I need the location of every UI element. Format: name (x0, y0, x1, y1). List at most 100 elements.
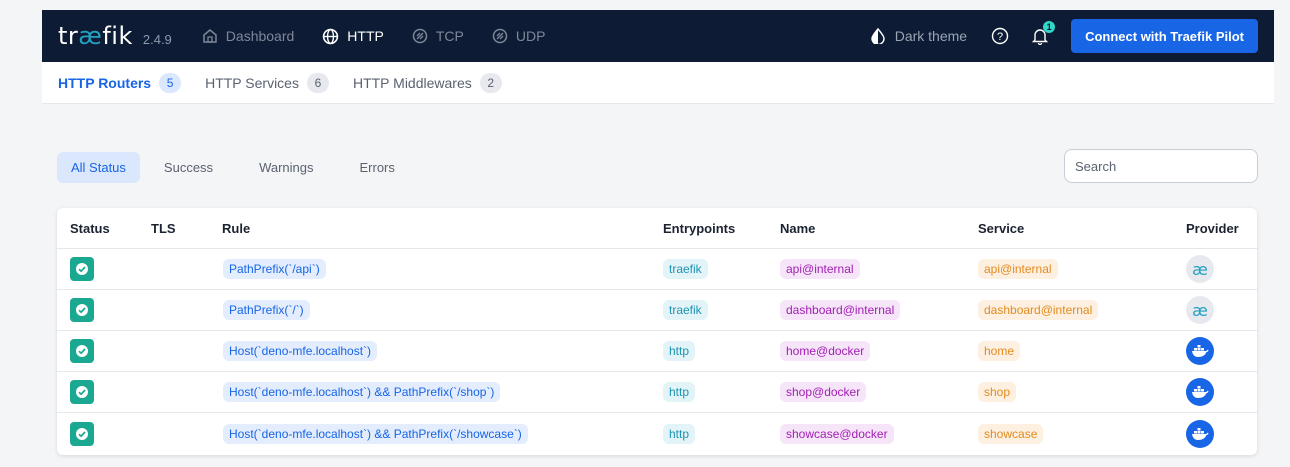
name-pill: showcase@docker (780, 423, 894, 444)
tab-http-routers-label: HTTP Routers (58, 74, 152, 91)
header-entrypoints[interactable]: Entrypoints (663, 221, 735, 236)
version-label: 2.4.9 (142, 32, 172, 47)
notifications-button[interactable]: 1 (1031, 21, 1056, 45)
header-provider[interactable]: Provider (1186, 221, 1239, 236)
service-pill: home (978, 341, 1021, 361)
service-pill: api@internal (978, 259, 1058, 279)
tab-http-services-count: 6 (306, 72, 329, 93)
rule-cell: Host(`deno-mfe.localhost`) && PathPrefix… (223, 423, 528, 444)
table-header: Status TLS Rule Entrypoints Name Service… (57, 208, 1257, 249)
filter-warnings[interactable]: Warnings (245, 152, 327, 183)
top-navigation-bar: træfik 2.4.9 Dashboard HTTP TCP UDP Dark… (42, 10, 1274, 62)
nav-right-group: Dark theme ? 1 Connect with Traefik Pilo… (871, 10, 1274, 62)
filter-all-status[interactable]: All Status (57, 152, 140, 183)
status-cell (70, 421, 94, 446)
table-row[interactable]: Host(`deno-mfe.localhost`) && PathPrefix… (57, 413, 1257, 454)
tab-http-routers[interactable]: HTTP Routers 5 (58, 72, 182, 93)
success-check-icon (70, 421, 94, 446)
success-check-icon (70, 380, 94, 404)
tab-http-services[interactable]: HTTP Services 6 (205, 72, 329, 93)
name-pill: api@internal (780, 259, 860, 279)
service-cell: dashboard@internal (978, 300, 1099, 320)
nav-dashboard-label: Dashboard (225, 28, 295, 44)
entrypoint-cell: http (663, 382, 696, 402)
service-pill: dashboard@internal (978, 300, 1099, 320)
search-input[interactable] (1075, 158, 1251, 174)
status-cell (70, 298, 94, 322)
name-cell: shop@docker (780, 382, 867, 402)
contrast-drop-icon (871, 28, 885, 44)
header-rule[interactable]: Rule (222, 221, 250, 236)
provider-cell (1186, 337, 1214, 365)
routers-table: Status TLS Rule Entrypoints Name Service… (57, 208, 1257, 455)
name-cell: home@docker (780, 341, 871, 361)
nav-udp-label: UDP (515, 28, 546, 44)
nav-udp[interactable]: UDP (492, 10, 546, 62)
nav-tcp[interactable]: TCP (412, 10, 464, 62)
rule-cell: PathPrefix(`/api`) (223, 259, 326, 279)
entrypoint-pill: http (663, 341, 696, 361)
success-check-icon (70, 298, 94, 322)
help-icon: ? (991, 27, 1009, 45)
tab-http-services-label: HTTP Services (205, 74, 299, 91)
home-icon (203, 29, 217, 43)
name-cell: api@internal (780, 259, 860, 279)
table-row[interactable]: PathPrefix(`/api`) traefik api@internal … (57, 249, 1257, 290)
entrypoint-cell: http (663, 341, 696, 361)
dark-theme-label: Dark theme (894, 28, 968, 44)
name-pill: shop@docker (780, 382, 867, 402)
rule-pill: Host(`deno-mfe.localhost`) && PathPrefix… (223, 423, 528, 444)
provider-cell (1186, 419, 1214, 448)
status-filter-group: All Status Success Warnings Errors (57, 152, 419, 183)
success-check-icon (70, 339, 94, 363)
header-name[interactable]: Name (780, 221, 815, 236)
header-service[interactable]: Service (978, 221, 1024, 236)
rule-cell: Host(`deno-mfe.localhost`) (223, 341, 378, 361)
rule-cell: PathPrefix(`/`) (223, 300, 310, 320)
entrypoint-pill: traefik (663, 300, 708, 320)
rule-pill: PathPrefix(`/`) (223, 300, 310, 320)
name-cell: dashboard@internal (780, 300, 901, 320)
nav-http-label: HTTP (347, 28, 384, 44)
nav-http[interactable]: HTTP (322, 10, 384, 62)
header-tls[interactable]: TLS (151, 221, 176, 236)
dark-theme-toggle[interactable]: Dark theme (871, 28, 967, 44)
filter-success[interactable]: Success (150, 152, 227, 183)
header-status[interactable]: Status (70, 221, 110, 236)
name-pill: dashboard@internal (780, 300, 901, 320)
nav-dashboard[interactable]: Dashboard (202, 10, 295, 62)
entrypoint-pill: traefik (663, 259, 708, 279)
internal-provider-icon: æ (1186, 255, 1214, 283)
connect-traefik-pilot-button[interactable]: Connect with Traefik Pilot (1071, 19, 1258, 53)
notification-badge: 1 (1043, 21, 1056, 33)
tab-http-routers-count: 5 (159, 72, 182, 93)
rule-cell: Host(`deno-mfe.localhost`) && PathPrefix… (223, 382, 501, 402)
nav-tcp-label: TCP (435, 28, 464, 44)
entrypoint-cell: http (663, 423, 696, 444)
service-pill: shop (978, 382, 1017, 402)
provider-cell (1186, 378, 1214, 406)
table-row[interactable]: PathPrefix(`/`) traefik dashboard@intern… (57, 290, 1257, 331)
status-cell (70, 257, 94, 281)
entrypoint-pill: http (663, 382, 696, 402)
service-cell: showcase (978, 423, 1044, 444)
entrypoint-pill: http (663, 423, 696, 444)
tcp-icon (412, 28, 428, 44)
provider-cell: æ (1186, 255, 1214, 283)
filter-errors[interactable]: Errors (346, 152, 409, 183)
tab-http-middlewares[interactable]: HTTP Middlewares 2 (353, 72, 502, 93)
rule-pill: Host(`deno-mfe.localhost`) && PathPrefix… (223, 382, 501, 402)
table-row[interactable]: Host(`deno-mfe.localhost`) http home@doc… (57, 331, 1257, 372)
service-cell: home (978, 341, 1021, 361)
help-button[interactable]: ? (991, 27, 1009, 45)
traefik-logo[interactable]: træfik 2.4.9 (58, 22, 172, 50)
tab-http-middlewares-count: 2 (479, 72, 502, 93)
name-cell: showcase@docker (780, 423, 894, 444)
rule-pill: Host(`deno-mfe.localhost`) (223, 341, 378, 361)
udp-icon (492, 28, 508, 44)
logo-text: træfik (58, 22, 133, 50)
provider-cell: æ (1186, 296, 1214, 324)
service-pill: showcase (978, 423, 1044, 444)
table-row[interactable]: Host(`deno-mfe.localhost`) && PathPrefix… (57, 372, 1257, 413)
status-cell (70, 339, 94, 363)
